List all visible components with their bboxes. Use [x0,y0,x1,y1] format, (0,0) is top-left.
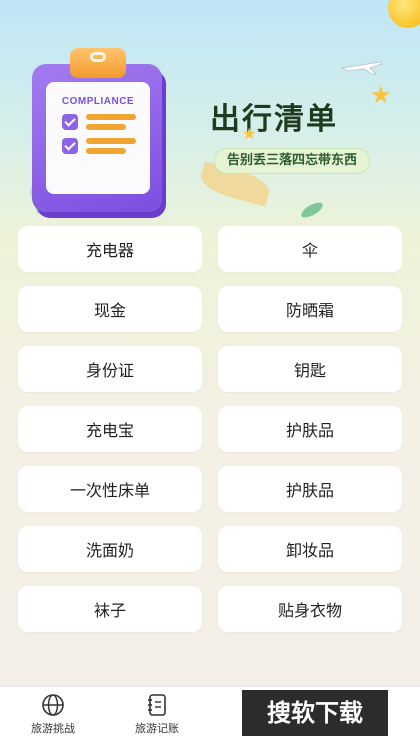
checklist-item[interactable]: 身份证 [18,346,202,392]
airplane-icon [340,61,383,75]
notebook-icon [148,694,166,716]
checklist-item[interactable]: 贴身衣物 [218,586,402,632]
checklist-item[interactable]: 袜子 [18,586,202,632]
tab-travel-accounting[interactable]: 旅游记账 [122,693,192,736]
clipboard-clip [70,48,126,78]
globe-icon [42,694,64,716]
star-icon: ★ [242,124,257,143]
checklist-item[interactable]: 护肤品 [218,466,402,512]
header-banner: COMPLIANCE 出行清单 ★ ★ 告别丢三落四忘带东西 [0,0,420,220]
line-decoration [86,148,126,154]
checklist-item[interactable]: 卸妆品 [218,526,402,572]
checklist-item[interactable]: 防晒霜 [218,286,402,332]
checklist-grid: 充电器 伞 现金 防晒霜 身份证 钥匙 充电宝 护肤品 一次性床单 护肤品 洗面… [18,226,402,632]
checkbox-icon [62,114,78,130]
tab-travel-challenge[interactable]: 旅游挑战 [18,693,88,736]
checklist-item[interactable]: 护肤品 [218,406,402,452]
checklist-item[interactable]: 充电宝 [18,406,202,452]
line-decoration [86,114,136,120]
sun-decoration [388,0,420,28]
checklist-item[interactable]: 洗面奶 [18,526,202,572]
checklist-item[interactable]: 伞 [218,226,402,272]
watermark-overlay: 搜软下载 [242,690,388,736]
checkbox-icon [62,138,78,154]
checklist-item[interactable]: 一次性床单 [18,466,202,512]
checklist-item[interactable]: 钥匙 [218,346,402,392]
tab-label: 旅游记账 [135,722,179,735]
line-decoration [86,138,136,144]
clipboard-label: COMPLIANCE [61,96,135,107]
page-subtitle: 告别丢三落四忘带东西 [214,148,371,174]
page-title: 出行清单 [210,102,338,137]
line-decoration [86,124,126,130]
clipboard-illustration: COMPLIANCE [32,48,170,213]
checklist-item[interactable]: 现金 [18,286,202,332]
tab-label: 旅游挑战 [31,722,75,735]
checklist-item[interactable]: 充电器 [18,226,202,272]
leaf-decoration [299,199,325,220]
star-icon: ★ [370,81,392,109]
